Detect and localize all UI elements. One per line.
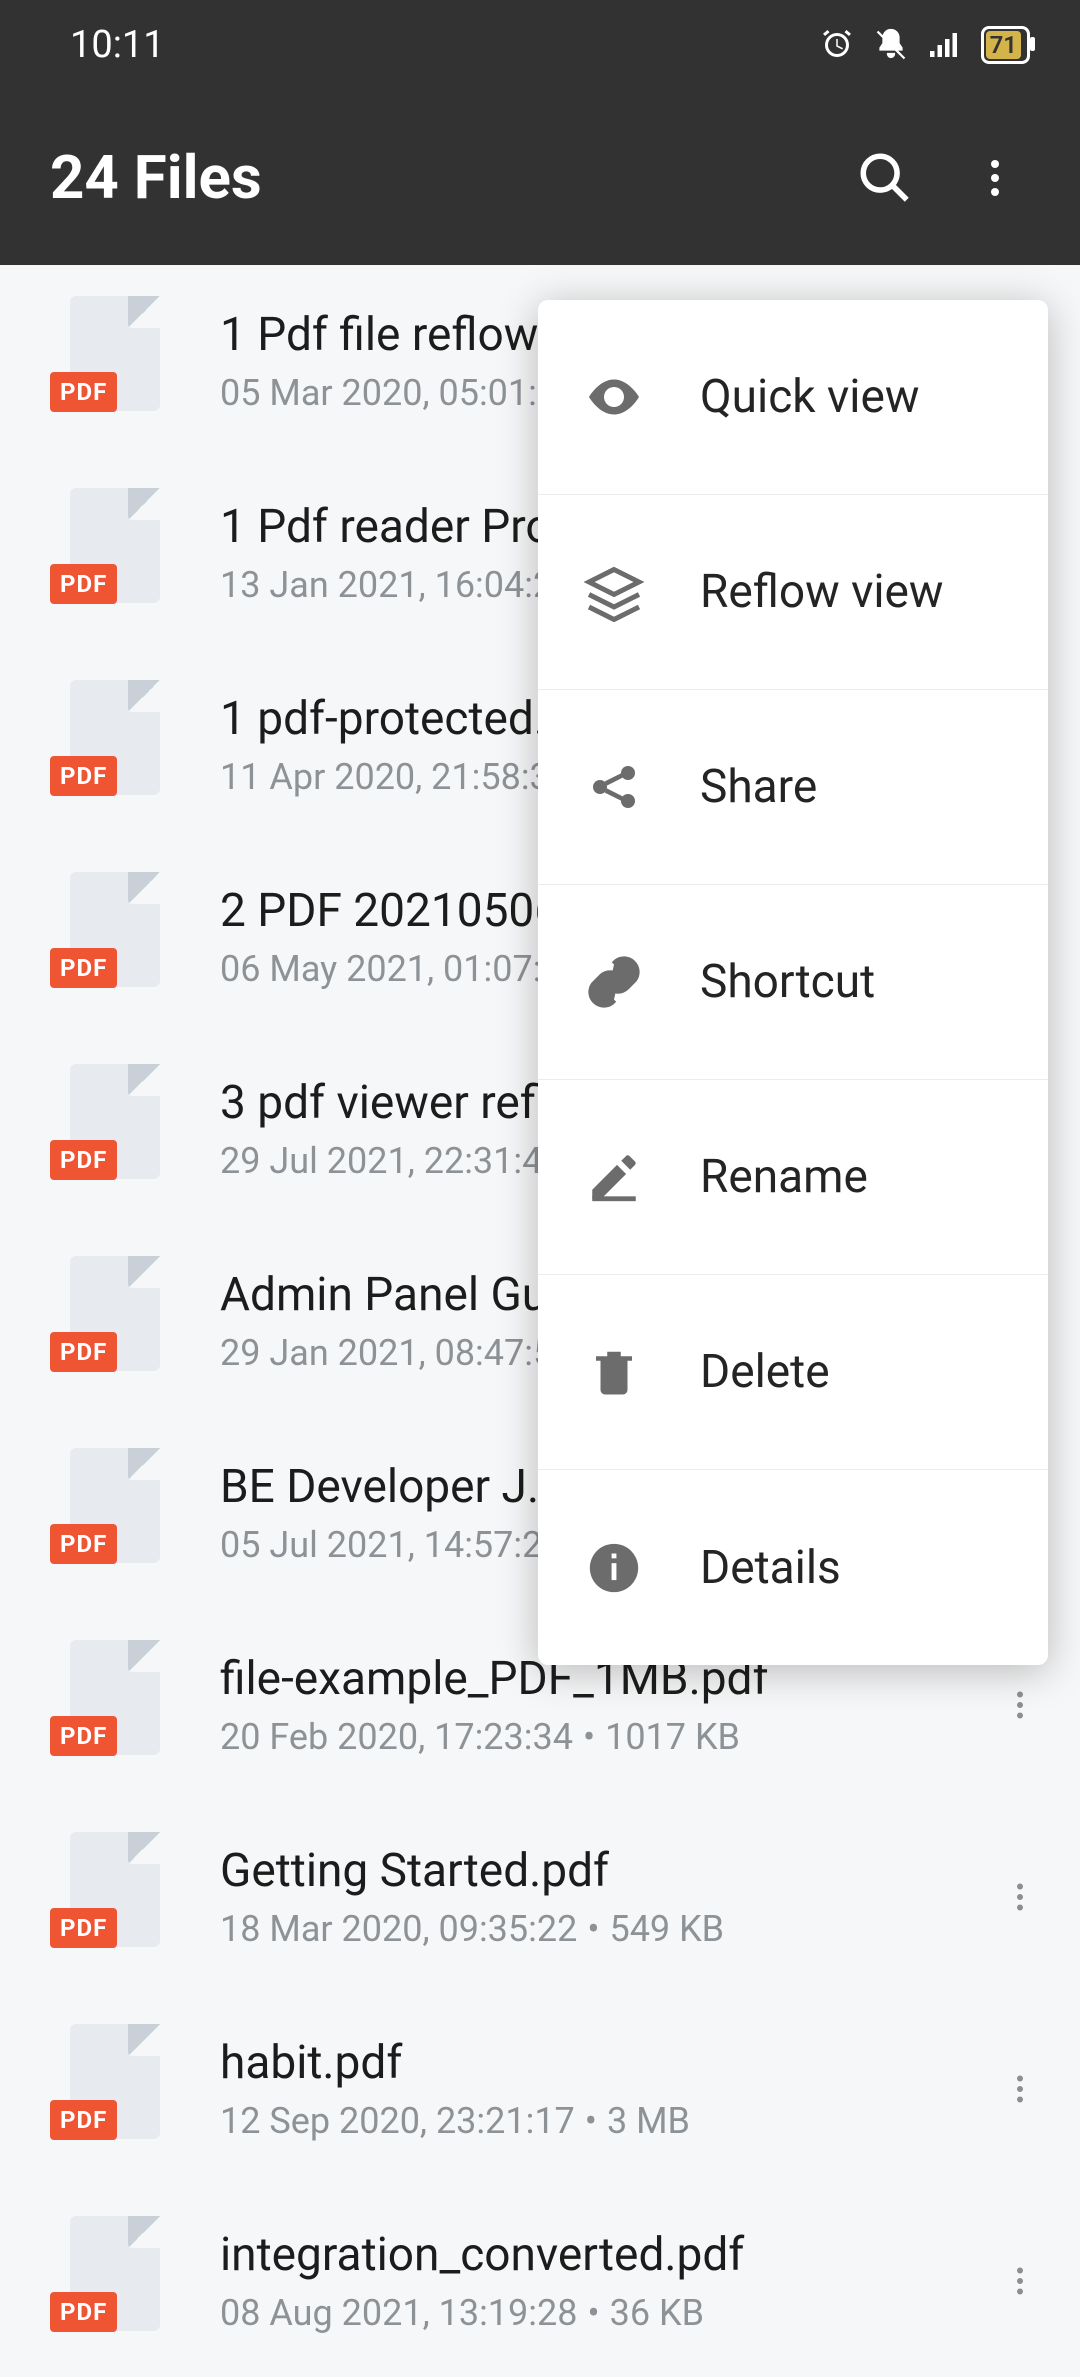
pdf-file-icon: PDF <box>50 296 160 426</box>
signal-icon <box>927 27 963 63</box>
status-bar: 10:11 71 <box>0 0 1080 90</box>
pdf-file-icon: PDF <box>50 1064 160 1194</box>
alarm-icon <box>819 27 855 63</box>
file-info: integration_converted.pdf 08 Aug 2021, 13… <box>220 2228 980 2334</box>
pdf-badge: PDF <box>50 948 117 988</box>
row-more-button[interactable] <box>980 2049 1060 2129</box>
file-meta: 20 Feb 2020, 17:23:34•1017 KB <box>220 1716 980 1758</box>
file-row[interactable]: PDF Getting Started.pdf 18 Mar 2020, 09:35… <box>0 1801 1080 1993</box>
menu-item-details[interactable]: Details <box>538 1470 1048 1665</box>
pdf-file-icon: PDF <box>50 2216 160 2346</box>
file-meta: 08 Aug 2021, 13:19:28•36 KB <box>220 2292 980 2334</box>
stack-icon <box>578 556 650 628</box>
pdf-file-icon: PDF <box>50 872 160 1002</box>
search-button[interactable] <box>830 123 940 233</box>
file-size: 36 KB <box>610 2292 704 2334</box>
pdf-badge: PDF <box>50 1524 117 1564</box>
pdf-badge: PDF <box>50 2100 117 2140</box>
menu-item-shortcut[interactable]: Shortcut <box>538 885 1048 1080</box>
file-info: Getting Started.pdf 18 Mar 2020, 09:35:22… <box>220 1844 980 1950</box>
file-meta: 18 Mar 2020, 09:35:22•549 KB <box>220 1908 980 1950</box>
info-icon <box>578 1532 650 1604</box>
pdf-file-icon: PDF <box>50 2024 160 2154</box>
row-more-button[interactable] <box>980 2241 1060 2321</box>
pdf-badge: PDF <box>50 1140 117 1180</box>
status-icons-group: 71 <box>819 26 1030 64</box>
file-name: integration_converted.pdf <box>220 2228 980 2282</box>
more-vert-icon <box>1002 1687 1038 1723</box>
menu-item-label: Shortcut <box>700 955 875 1009</box>
mute-icon <box>873 27 909 63</box>
search-icon <box>856 149 914 207</box>
context-menu: Quick view Reflow view Share Shortcut Rename… <box>538 300 1048 1665</box>
file-row[interactable]: PDF integration_converted.pdf 08 Aug 2021,… <box>0 2185 1080 2377</box>
more-vert-icon <box>1002 2263 1038 2299</box>
menu-item-quick-view[interactable]: Quick view <box>538 300 1048 495</box>
pdf-badge: PDF <box>50 756 117 796</box>
file-date: 18 Mar 2020, 09:35:22 <box>220 1908 577 1950</box>
file-date: 20 Feb 2020, 17:23:34 <box>220 1716 573 1758</box>
pdf-badge: PDF <box>50 1716 117 1756</box>
file-date: 11 Apr 2020, 21:58:34 <box>220 756 570 798</box>
file-row[interactable]: PDF habit.pdf 12 Sep 2020, 23:21:17•3 MB <box>0 1993 1080 2185</box>
file-size: 3 MB <box>607 2100 690 2142</box>
file-date: 29 Jan 2021, 08:47:54 <box>220 1332 573 1374</box>
menu-item-label: Reflow view <box>700 565 944 619</box>
link-icon <box>578 946 650 1018</box>
menu-item-label: Delete <box>700 1345 830 1399</box>
more-vert-icon <box>1002 2071 1038 2107</box>
pencil-icon <box>578 1141 650 1213</box>
file-date: 08 Aug 2021, 13:19:28 <box>220 2292 577 2334</box>
pdf-file-icon: PDF <box>50 1448 160 1578</box>
file-size: 549 KB <box>609 1908 724 1950</box>
pdf-badge: PDF <box>50 564 117 604</box>
file-date: 29 Jul 2021, 22:31:46 <box>220 1140 563 1182</box>
file-date: 12 Sep 2020, 23:21:17 <box>220 2100 575 2142</box>
file-size: 1017 KB <box>605 1716 740 1758</box>
row-more-button[interactable] <box>980 1857 1060 1937</box>
file-name: habit.pdf <box>220 2036 980 2090</box>
row-more-button[interactable] <box>980 1665 1060 1745</box>
menu-item-reflow-view[interactable]: Reflow view <box>538 495 1048 690</box>
file-date: 13 Jan 2021, 16:04:26 <box>220 564 573 606</box>
status-time: 10:11 <box>70 23 165 67</box>
pdf-file-icon: PDF <box>50 488 160 618</box>
pdf-badge: PDF <box>50 372 117 412</box>
file-date: 06 May 2021, 01:07:2 <box>220 948 562 990</box>
file-date: 05 Jul 2021, 14:57:24 <box>220 1524 563 1566</box>
pdf-file-icon: PDF <box>50 1256 160 1386</box>
pdf-file-icon: PDF <box>50 1832 160 1962</box>
menu-item-label: Rename <box>700 1150 868 1204</box>
menu-item-label: Details <box>700 1541 841 1595</box>
battery-icon: 71 <box>981 26 1030 64</box>
trash-icon <box>578 1336 650 1408</box>
pdf-file-icon: PDF <box>50 1640 160 1770</box>
menu-item-label: Quick view <box>700 370 919 424</box>
overflow-menu-button[interactable] <box>940 123 1050 233</box>
more-vert-icon <box>1002 1879 1038 1915</box>
pdf-badge: PDF <box>50 2292 117 2332</box>
pdf-file-icon: PDF <box>50 680 160 810</box>
eye-icon <box>578 361 650 433</box>
menu-item-rename[interactable]: Rename <box>538 1080 1048 1275</box>
menu-item-label: Share <box>700 760 817 814</box>
file-date: 05 Mar 2020, 05:01:50 <box>220 372 577 414</box>
file-name: Getting Started.pdf <box>220 1844 980 1898</box>
share-icon <box>578 751 650 823</box>
menu-item-delete[interactable]: Delete <box>538 1275 1048 1470</box>
file-meta: 12 Sep 2020, 23:21:17•3 MB <box>220 2100 980 2142</box>
app-bar: 24 Files <box>0 90 1080 265</box>
file-info: file-example_PDF_1MB.pdf20 Feb 2020, 17:… <box>220 1652 980 1758</box>
more-vert-icon <box>971 154 1019 202</box>
pdf-badge: PDF <box>50 1332 117 1372</box>
file-info: habit.pdf 12 Sep 2020, 23:21:17•3 MB <box>220 2036 980 2142</box>
page-title: 24 Files <box>50 142 830 213</box>
pdf-badge: PDF <box>50 1908 117 1948</box>
menu-item-share[interactable]: Share <box>538 690 1048 885</box>
